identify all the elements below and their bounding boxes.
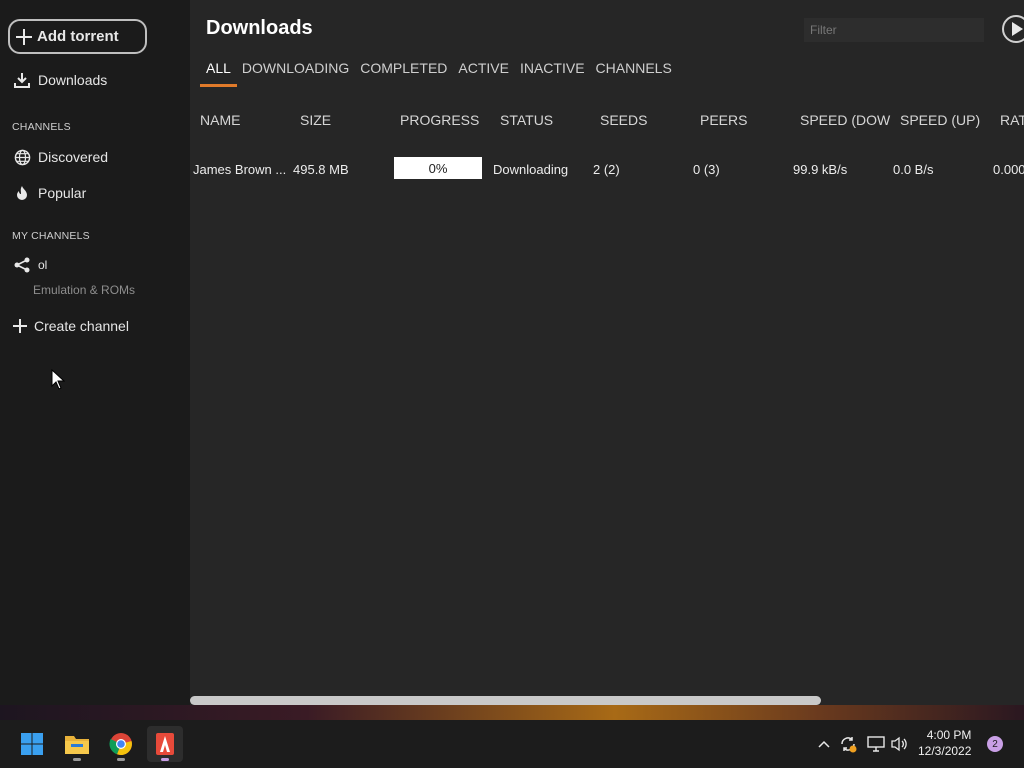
chrome-icon[interactable] <box>103 726 139 762</box>
play-icon[interactable] <box>1002 15 1024 43</box>
clock-time: 4:00 PM <box>926 728 972 742</box>
sidebar-item-my-channel[interactable]: ol <box>12 255 47 275</box>
sidebar-item-label: Discovered <box>38 149 109 165</box>
share-icon <box>12 255 32 275</box>
column-header-name[interactable]: NAME <box>200 112 240 128</box>
start-icon[interactable] <box>14 726 50 762</box>
column-header-progress[interactable]: PROGRESS <box>400 112 479 128</box>
running-indicator <box>161 758 169 761</box>
cell-peers: 0 (3) <box>693 162 720 177</box>
cell-ratio: 0.000 <box>993 162 1024 177</box>
create-channel-label: Create channel <box>34 318 129 334</box>
channels-header: CHANNELS <box>12 121 71 133</box>
sidebar-item-label: Downloads <box>38 72 108 88</box>
sidebar-item-popular[interactable]: Popular <box>12 183 86 203</box>
tab-inactive[interactable]: INACTIVE <box>520 60 585 87</box>
tab-channels[interactable]: CHANNELS <box>596 60 672 87</box>
column-header-speed-down[interactable]: SPEED (DOW <box>800 112 890 128</box>
tab-downloading[interactable]: DOWNLOADING <box>242 60 349 87</box>
my-channels-header: MY CHANNELS <box>12 230 90 242</box>
create-channel-button[interactable]: Create channel <box>12 316 129 336</box>
column-header-ratio[interactable]: RAT <box>1000 112 1024 128</box>
system-clock[interactable]: 4:00 PM 12/3/2022 <box>918 727 971 759</box>
downloads-panel: Downloads ALL DOWNLOADING COMPLETED ACTI… <box>190 0 1024 705</box>
mouse-cursor-icon <box>51 369 65 390</box>
globe-icon <box>12 147 32 167</box>
cell-speed-down: 99.9 kB/s <box>793 162 848 177</box>
page-title: Downloads <box>206 17 313 39</box>
cell-status: Downloading <box>493 162 569 177</box>
running-indicator <box>73 758 81 761</box>
tab-active[interactable]: ACTIVE <box>458 60 509 87</box>
filter-input[interactable] <box>804 18 984 42</box>
flame-icon <box>12 183 32 203</box>
notification-badge[interactable]: 2 <box>987 736 1003 752</box>
sync-icon[interactable] <box>838 734 858 754</box>
plus-icon <box>12 316 28 336</box>
tribler-icon[interactable] <box>147 726 183 762</box>
sidebar-item-downloads[interactable]: Downloads <box>12 70 107 90</box>
cell-speed-up: 0.0 B/s <box>893 162 934 177</box>
column-header-status[interactable]: STATUS <box>500 112 553 128</box>
show-hidden-icons-chevron-icon[interactable] <box>814 734 834 754</box>
clock-date: 12/3/2022 <box>918 744 972 758</box>
my-channel-name: ol <box>38 258 48 272</box>
running-indicator <box>117 758 125 761</box>
progress-bar: 0% <box>394 157 482 179</box>
horizontal-scrollbar[interactable] <box>190 696 821 705</box>
table-row[interactable]: James Brown ... 495.8 MB Downloading 2 (… <box>190 150 1024 188</box>
filter-tabs: ALL DOWNLOADING COMPLETED ACTIVE INACTIV… <box>200 60 683 87</box>
sidebar-item-label: Popular <box>38 185 87 201</box>
sidebar-item-discovered[interactable]: Discovered <box>12 147 108 167</box>
download-icon <box>12 70 32 90</box>
add-torrent-label: Add torrent <box>37 28 119 45</box>
plus-icon <box>16 28 32 45</box>
cell-name: James Brown ... <box>193 162 287 177</box>
my-channel-subtitle: Emulation & ROMs <box>33 283 136 297</box>
volume-icon[interactable] <box>890 734 910 754</box>
desktop-wallpaper <box>0 705 1024 720</box>
file-explorer-icon[interactable] <box>59 726 95 762</box>
column-header-seeds[interactable]: SEEDS <box>600 112 647 128</box>
column-header-speed-up[interactable]: SPEED (UP) <box>900 112 980 128</box>
cell-size: 495.8 MB <box>293 162 349 177</box>
tab-all[interactable]: ALL <box>200 60 237 87</box>
column-header-peers[interactable]: PEERS <box>700 112 747 128</box>
tab-completed[interactable]: COMPLETED <box>360 60 447 87</box>
sidebar: Add torrent Downloads CHANNELS Discovere… <box>0 0 190 705</box>
add-torrent-button[interactable]: Add torrent <box>8 19 147 54</box>
cell-seeds: 2 (2) <box>593 162 620 177</box>
taskbar <box>0 720 1024 768</box>
network-icon[interactable] <box>866 734 886 754</box>
column-header-size[interactable]: SIZE <box>300 112 331 128</box>
